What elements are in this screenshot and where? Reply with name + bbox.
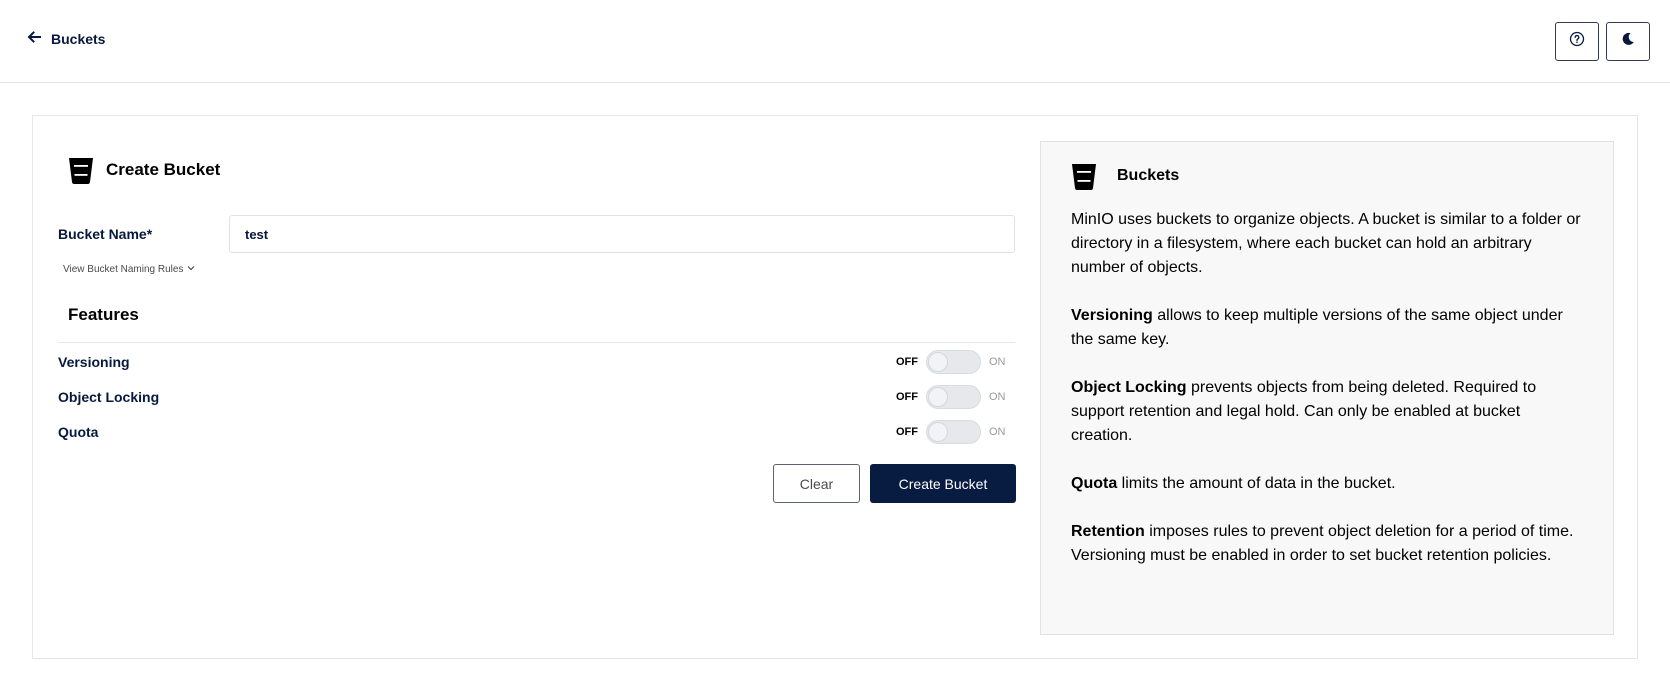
- switch-knob: [928, 352, 948, 372]
- retention-description: imposes rules to prevent object deletion…: [1071, 523, 1574, 564]
- object-locking-label: Object Locking: [58, 389, 160, 405]
- toggle-on-label: ON: [989, 391, 1006, 403]
- quota-term: Quota: [1071, 475, 1118, 492]
- help-panel: Buckets MinIO uses buckets to organize o…: [1040, 141, 1614, 635]
- create-bucket-button[interactable]: Create Bucket: [870, 464, 1016, 503]
- view-naming-rules-link[interactable]: View Bucket Naming Rules: [63, 264, 195, 275]
- quota-description: limits the amount of data in the bucket.: [1117, 475, 1396, 492]
- form-header: Create Bucket: [68, 156, 220, 184]
- bucket-icon: [1071, 162, 1097, 190]
- object-locking-toggle-group: OFF ON: [896, 384, 1015, 410]
- create-bucket-card: Create Bucket Bucket Name* View Bucket N…: [32, 115, 1638, 659]
- versioning-term: Versioning: [1071, 307, 1153, 324]
- toggle-off-label: OFF: [896, 356, 918, 368]
- help-circle-icon: [1569, 31, 1585, 52]
- help-intro: MinIO uses buckets to organize objects. …: [1071, 211, 1581, 276]
- features-divider: [58, 342, 1015, 343]
- features-heading: Features: [68, 305, 139, 324]
- quota-switch[interactable]: [926, 420, 981, 444]
- theme-toggle-button[interactable]: [1606, 22, 1650, 61]
- help-title: Buckets: [1117, 167, 1180, 184]
- chevron-down-icon: [187, 264, 195, 275]
- switch-knob: [928, 422, 948, 442]
- clear-button[interactable]: Clear: [773, 464, 860, 503]
- feature-row-quota: Quota OFF ON: [58, 419, 1015, 445]
- versioning-switch[interactable]: [926, 350, 981, 374]
- feature-row-object-locking: Object Locking OFF ON: [58, 384, 1015, 410]
- help-body: MinIO uses buckets to organize objects. …: [1071, 208, 1581, 592]
- bucket-name-label: Bucket Name*: [58, 226, 153, 242]
- help-versioning: Versioning allows to keep multiple versi…: [1071, 304, 1581, 352]
- toggle-off-label: OFF: [896, 426, 918, 438]
- naming-rules-label: View Bucket Naming Rules: [63, 264, 184, 275]
- toggle-on-label: ON: [989, 426, 1006, 438]
- help-quota: Quota limits the amount of data in the b…: [1071, 472, 1581, 496]
- quota-label: Quota: [58, 424, 99, 440]
- back-to-buckets-link[interactable]: Buckets: [27, 30, 105, 47]
- help-button[interactable]: [1555, 22, 1599, 61]
- object-locking-term: Object Locking: [1071, 379, 1187, 396]
- object-locking-switch[interactable]: [926, 385, 981, 409]
- page-title: Create Bucket: [106, 160, 221, 179]
- top-bar: Buckets: [0, 0, 1670, 83]
- moon-icon: [1620, 31, 1636, 52]
- toggle-off-label: OFF: [896, 391, 918, 403]
- switch-knob: [928, 387, 948, 407]
- arrow-left-icon: [27, 30, 41, 47]
- bucket-name-input[interactable]: [229, 215, 1015, 253]
- help-retention: Retention imposes rules to prevent objec…: [1071, 520, 1581, 568]
- retention-term: Retention: [1071, 523, 1145, 540]
- versioning-label: Versioning: [58, 354, 130, 370]
- help-object-locking: Object Locking prevents objects from bei…: [1071, 376, 1581, 448]
- versioning-toggle-group: OFF ON: [896, 349, 1015, 375]
- help-header: Buckets: [1071, 162, 1179, 190]
- feature-row-versioning: Versioning OFF ON: [58, 349, 1015, 375]
- bucket-icon: [68, 156, 94, 184]
- create-bucket-form: Create Bucket Bucket Name* View Bucket N…: [58, 116, 1048, 658]
- toggle-on-label: ON: [989, 356, 1006, 368]
- quota-toggle-group: OFF ON: [896, 419, 1015, 445]
- back-link-label: Buckets: [51, 30, 106, 47]
